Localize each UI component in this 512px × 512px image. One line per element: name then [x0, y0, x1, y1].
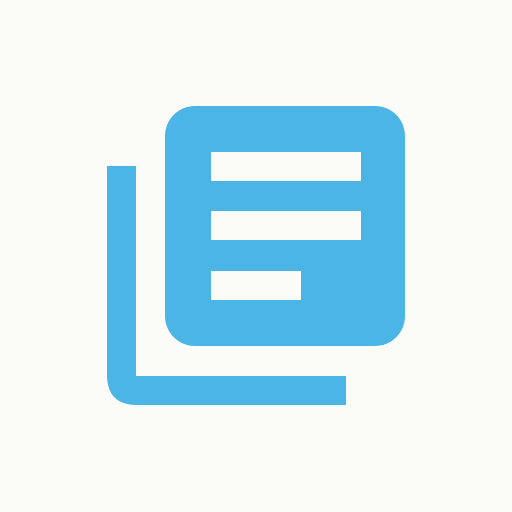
document-line-3: [211, 271, 301, 300]
document-line-2: [211, 211, 361, 240]
document-line-1: [211, 152, 361, 181]
library-books-icon: [107, 106, 405, 405]
icon-canvas: [0, 0, 512, 512]
